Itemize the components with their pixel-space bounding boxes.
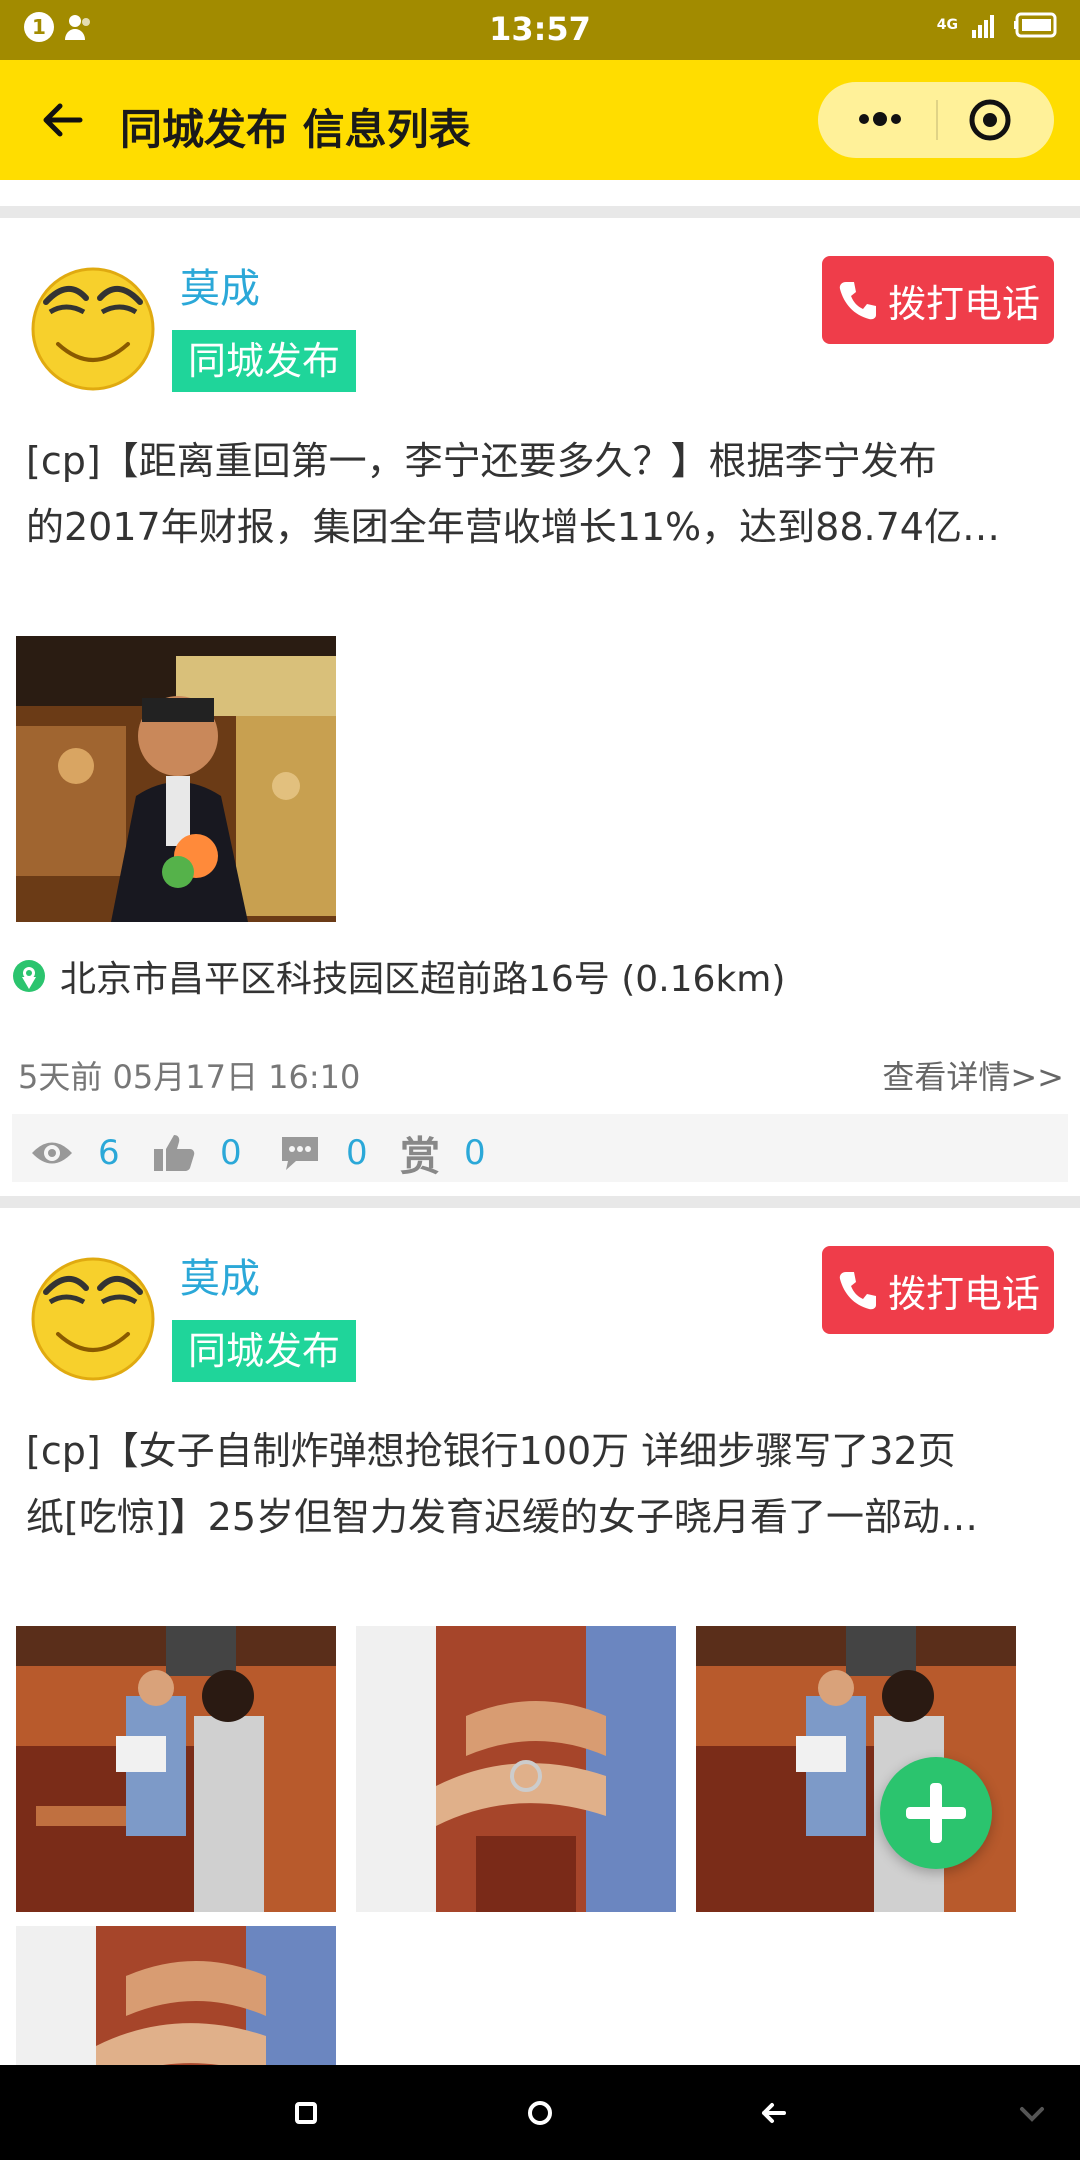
comments-stat[interactable]: 0 bbox=[278, 1114, 368, 1192]
avatar bbox=[31, 1257, 155, 1381]
likes-stat[interactable]: 0 bbox=[152, 1114, 242, 1192]
add-post-button[interactable] bbox=[880, 1757, 992, 1869]
thumbs-up-icon bbox=[154, 1135, 195, 1171]
nav-bar: 同城发布 信息列表 bbox=[0, 60, 1080, 180]
rewards-count: 0 bbox=[464, 1133, 486, 1173]
battery-icon bbox=[1014, 12, 1057, 38]
avatar bbox=[31, 267, 155, 391]
page-title: 同城发布 信息列表 bbox=[120, 105, 471, 154]
phone-icon bbox=[839, 282, 876, 320]
category-tag: 同城发布 bbox=[172, 1320, 357, 1382]
comment-icon bbox=[282, 1137, 318, 1170]
system-nav-bar bbox=[0, 2065, 1080, 2160]
target-icon[interactable] bbox=[968, 98, 1012, 142]
call-button[interactable]: 拨打电话 bbox=[822, 1246, 1054, 1334]
post-image[interactable] bbox=[16, 636, 336, 922]
post-text[interactable]: [cp]【女子自制炸弹想抢银行100万 详细步骤写了32页 纸[吃惊]】25岁但… bbox=[26, 1418, 1054, 1550]
call-button-label: 拨打电话 bbox=[887, 281, 1040, 326]
back-arrow-icon[interactable] bbox=[36, 94, 88, 146]
list-divider bbox=[0, 180, 1080, 218]
call-button-label: 拨打电话 bbox=[887, 1271, 1040, 1316]
post-text-line: 纸[吃惊]】25岁但智力发育迟缓的女子晓月看了一部动… bbox=[26, 1495, 979, 1539]
post-card[interactable]: 莫成 同城发布 拨打电话 [cp]【距离重回第一，李宁还要多久？】根据李宁发布 … bbox=[0, 218, 1080, 1192]
location-text: 北京市昌平区科技园区超前路16号 (0.16km) bbox=[60, 959, 786, 1000]
more-dots-icon[interactable] bbox=[850, 104, 910, 134]
square-icon[interactable] bbox=[284, 2091, 328, 2135]
status-time: 13:57 bbox=[489, 10, 591, 48]
category-tag: 同城发布 bbox=[172, 330, 357, 392]
post-image[interactable] bbox=[16, 1926, 336, 2065]
post-image[interactable] bbox=[356, 1626, 676, 1912]
reward-icon: 赏 bbox=[400, 1133, 440, 1180]
status-bar: 1 13:57 4G bbox=[0, 0, 1080, 60]
poster-name[interactable]: 莫成 bbox=[180, 256, 260, 314]
post-text-line: [cp]【距离重回第一，李宁还要多久？】根据李宁发布 bbox=[26, 439, 937, 483]
network-type: 4G bbox=[936, 17, 958, 33]
post-text[interactable]: [cp]【距离重回第一，李宁还要多久？】根据李宁发布 的2017年财报，集团全年… bbox=[26, 428, 1054, 560]
post-image[interactable] bbox=[16, 1626, 336, 1912]
location[interactable]: 北京市昌平区科技园区超前路16号 (0.16km) bbox=[12, 950, 785, 1002]
status-right: 4G bbox=[937, 12, 1058, 38]
chevron-down-icon[interactable] bbox=[1010, 2091, 1054, 2135]
views-count: 6 bbox=[98, 1133, 120, 1173]
call-button[interactable]: 拨打电话 bbox=[822, 256, 1054, 344]
miniapp-capsule bbox=[818, 82, 1054, 158]
phone-icon bbox=[839, 1272, 876, 1310]
view-detail-link[interactable]: 查看详情>> bbox=[882, 1052, 1064, 1098]
poster-name[interactable]: 莫成 bbox=[180, 1246, 260, 1304]
post-text-line: [cp]【女子自制炸弹想抢银行100万 详细步骤写了32页 bbox=[26, 1429, 956, 1473]
likes-count: 0 bbox=[220, 1133, 242, 1173]
back-triangle-icon[interactable] bbox=[752, 2091, 796, 2135]
stats-bar: 6 0 0 赏 0 bbox=[12, 1114, 1068, 1192]
rewards-stat[interactable]: 赏 0 bbox=[400, 1114, 486, 1192]
capsule-divider bbox=[936, 100, 938, 140]
list-divider bbox=[0, 1182, 1080, 1208]
views-stat: 6 bbox=[30, 1114, 120, 1192]
post-card[interactable]: 莫成 同城发布 拨打电话 [cp]【女子自制炸弹想抢银行100万 详细步骤写了3… bbox=[0, 1208, 1080, 2065]
eye-icon bbox=[32, 1142, 72, 1164]
location-pin-icon bbox=[13, 960, 45, 992]
plus-icon bbox=[906, 1783, 966, 1843]
post-time: 5天前 05月17日 16:10 bbox=[18, 1058, 361, 1096]
comments-count: 0 bbox=[346, 1133, 368, 1173]
post-text-line: 的2017年财报，集团全年营收增长11%，达到88.74亿… bbox=[26, 505, 1000, 549]
signal-icon bbox=[972, 15, 994, 38]
circle-home-icon[interactable] bbox=[518, 2091, 562, 2135]
